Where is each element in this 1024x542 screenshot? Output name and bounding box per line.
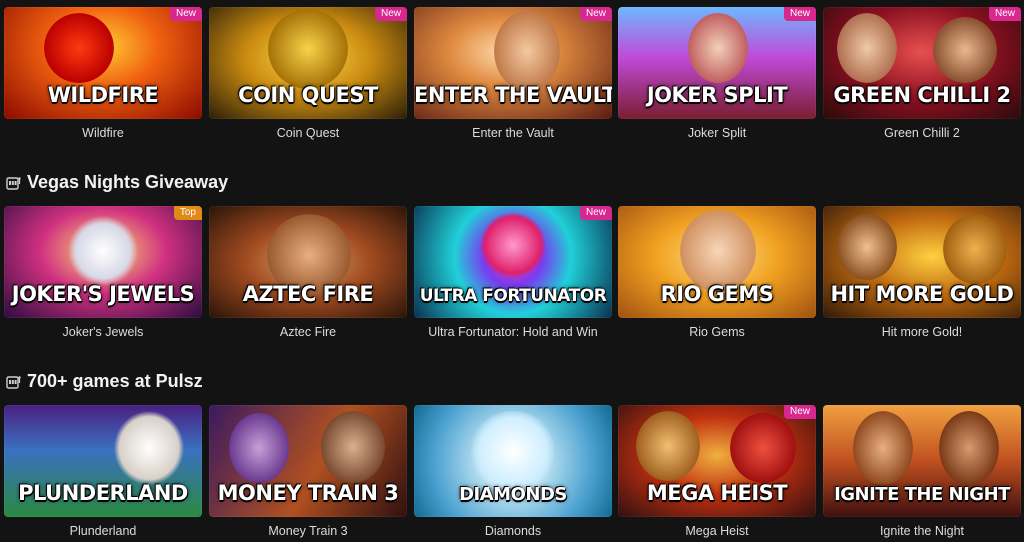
game-thumbnail[interactable]: New GREEN CHILLI 2 [823, 7, 1021, 119]
game-title[interactable]: Rio Gems [618, 325, 816, 339]
slot-machine-icon [6, 176, 21, 190]
game-thumbnail[interactable]: MONEY TRAIN 3 [209, 405, 407, 517]
game-thumbnail[interactable]: IGNITE THE NIGHT [823, 405, 1021, 517]
game-tile-mega-heist[interactable]: New MEGA HEIST Mega Heist [618, 405, 816, 538]
new-badge: New [579, 7, 612, 21]
game-tile-rio-gems[interactable]: RIO GEMS Rio Gems [618, 206, 816, 339]
game-art-title: ENTER THE VAULT [414, 83, 612, 107]
game-title[interactable]: Money Train 3 [209, 524, 407, 538]
new-badge: New [169, 7, 202, 21]
game-tile-ignite-the-night[interactable]: IGNITE THE NIGHT Ignite the Night [823, 405, 1021, 538]
game-art-title: ULTRA FORTUNATOR [419, 286, 607, 306]
game-tile-enter-the-vault[interactable]: New ENTER THE VAULT Enter the Vault [414, 7, 612, 140]
game-title[interactable]: Ultra Fortunator: Hold and Win [414, 325, 612, 339]
game-thumbnail[interactable]: DIAMONDS [414, 405, 612, 517]
game-tile-hit-more-gold[interactable]: HIT MORE GOLD Hit more Gold! [823, 206, 1021, 339]
game-tile-ultra-fortunator[interactable]: New ULTRA FORTUNATOR Ultra Fortunator: H… [414, 206, 612, 339]
new-badge: New [783, 7, 816, 21]
game-thumbnail[interactable]: New ULTRA FORTUNATOR [414, 206, 612, 318]
section-title-text: Vegas Nights Giveaway [27, 172, 229, 192]
game-tile-jokers-jewels[interactable]: Top JOKER'S JEWELS Joker's Jewels [4, 206, 202, 339]
game-title[interactable]: Coin Quest [209, 126, 407, 140]
game-title[interactable]: Enter the Vault [414, 126, 612, 140]
game-thumbnail[interactable]: AZTEC FIRE [209, 206, 407, 318]
game-tile-diamonds[interactable]: DIAMONDS Diamonds [414, 405, 612, 538]
game-thumbnail[interactable]: HIT MORE GOLD [823, 206, 1021, 318]
game-art-title: PLUNDERLAND [18, 481, 188, 505]
game-title[interactable]: Plunderland [4, 524, 202, 538]
game-art-title: GREEN CHILLI 2 [833, 83, 1011, 107]
game-tile-money-train-3[interactable]: MONEY TRAIN 3 Money Train 3 [209, 405, 407, 538]
game-title[interactable]: Green Chilli 2 [823, 126, 1021, 140]
top-badge: Top [173, 206, 202, 220]
section-title-text: 700+ games at Pulsz [27, 371, 203, 391]
game-tile-plunderland[interactable]: PLUNDERLAND Plunderland [4, 405, 202, 538]
game-title[interactable]: Aztec Fire [209, 325, 407, 339]
game-title[interactable]: Hit more Gold! [823, 325, 1021, 339]
new-badge: New [988, 7, 1021, 21]
game-title[interactable]: Diamonds [414, 524, 612, 538]
new-badge: New [579, 206, 612, 220]
game-tile-green-chilli-2[interactable]: New GREEN CHILLI 2 Green Chilli 2 [823, 7, 1021, 140]
new-badge: New [374, 7, 407, 21]
game-art-title: AZTEC FIRE [242, 282, 374, 306]
game-tile-joker-split[interactable]: New JOKER SPLIT Joker Split [618, 7, 816, 140]
game-tile-coin-quest[interactable]: New COIN QUEST Coin Quest [209, 7, 407, 140]
new-badge: New [783, 405, 816, 419]
section-title-vegas-nights: Vegas Nights Giveaway [6, 172, 228, 193]
game-thumbnail[interactable]: New WILDFIRE [4, 7, 202, 119]
game-thumbnail[interactable]: New MEGA HEIST [618, 405, 816, 517]
game-art-title: COIN QUEST [238, 83, 378, 107]
game-thumbnail[interactable]: New JOKER SPLIT [618, 7, 816, 119]
game-thumbnail[interactable]: PLUNDERLAND [4, 405, 202, 517]
game-art-title: IGNITE THE NIGHT [834, 484, 1010, 505]
game-thumbnail[interactable]: New COIN QUEST [209, 7, 407, 119]
game-title[interactable]: Joker's Jewels [4, 325, 202, 339]
game-art-title: MONEY TRAIN 3 [217, 481, 399, 505]
game-title[interactable]: Joker Split [618, 126, 816, 140]
game-thumbnail[interactable]: RIO GEMS [618, 206, 816, 318]
game-tile-wildfire[interactable]: New WILDFIRE Wildfire [4, 7, 202, 140]
game-tile-aztec-fire[interactable]: AZTEC FIRE Aztec Fire [209, 206, 407, 339]
game-title[interactable]: Mega Heist [618, 524, 816, 538]
section-title-all-games: 700+ games at Pulsz [6, 371, 203, 392]
game-title[interactable]: Wildfire [4, 126, 202, 140]
game-thumbnail[interactable]: Top JOKER'S JEWELS [4, 206, 202, 318]
game-title[interactable]: Ignite the Night [823, 524, 1021, 538]
game-art-title: JOKER'S JEWELS [11, 282, 195, 306]
game-art-title: WILDFIRE [47, 83, 159, 107]
game-art-title: JOKER SPLIT [646, 83, 788, 107]
game-art-title: RIO GEMS [660, 282, 774, 306]
game-art-title: HIT MORE GOLD [830, 282, 1014, 306]
game-art-title: MEGA HEIST [646, 481, 788, 505]
game-thumbnail[interactable]: New ENTER THE VAULT [414, 7, 612, 119]
slot-machine-icon [6, 375, 21, 389]
game-art-title: DIAMONDS [459, 484, 567, 505]
